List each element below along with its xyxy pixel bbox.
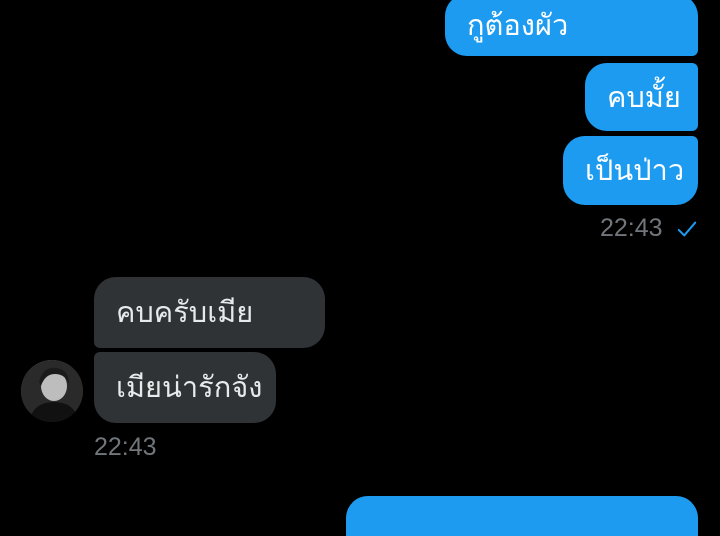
avatar-image (21, 360, 83, 422)
check-icon (677, 221, 697, 237)
message-bubble-outgoing[interactable]: เป็นป่าว (563, 136, 698, 205)
message-bubble-outgoing[interactable] (346, 496, 698, 536)
message-text: คบครับเมีย (116, 295, 254, 329)
message-timestamp: 22:43 (94, 433, 157, 461)
message-bubble-outgoing[interactable]: กูต้องผัว (445, 0, 698, 56)
message-bubble-incoming[interactable]: เมียน่ารักจัง (94, 352, 276, 423)
message-text: เมียน่ารักจัง (116, 370, 263, 404)
message-timestamp: 22:43 (600, 214, 663, 242)
avatar[interactable] (21, 360, 83, 422)
message-text: คบมั้ย (607, 79, 681, 114)
message-text: เป็นป่าว (585, 153, 685, 187)
message-bubble-incoming[interactable]: คบครับเมีย (94, 277, 325, 348)
message-bubble-outgoing[interactable]: คบมั้ย (585, 63, 698, 131)
message-text: กูต้องผัว (467, 7, 569, 42)
